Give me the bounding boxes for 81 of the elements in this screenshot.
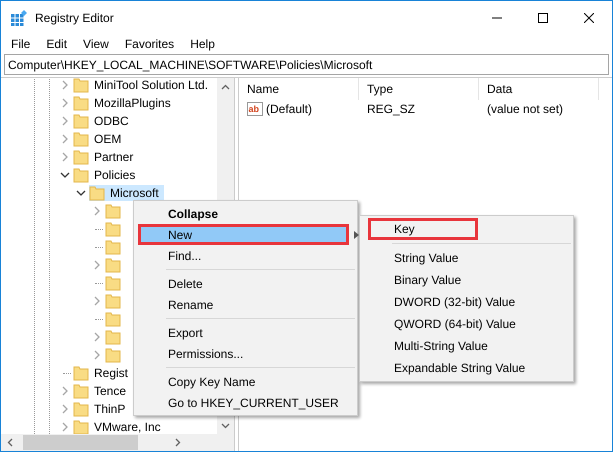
string-value-icon: ab	[247, 102, 263, 116]
scroll-thumb[interactable]	[23, 435, 138, 450]
menu-item[interactable]: Export	[134, 322, 357, 343]
menu-bar-item[interactable]: Favorites	[116, 34, 182, 54]
chevron-right-icon[interactable]	[60, 152, 70, 162]
chevron-right-icon[interactable]	[60, 98, 70, 108]
menu-item[interactable]: String Value	[360, 247, 573, 269]
chevron-right-icon[interactable]	[92, 260, 102, 270]
chevron-right-icon[interactable]	[60, 80, 70, 90]
folder-icon	[73, 78, 89, 93]
tree-item[interactable]: Tence	[92, 384, 128, 398]
folder-icon	[105, 329, 121, 345]
value-name: (Default)	[266, 102, 312, 116]
folder-icon	[105, 239, 121, 255]
tree-item[interactable]: ThinP	[92, 402, 128, 416]
tree-item[interactable]: OEM	[92, 132, 124, 146]
menu-bar-item[interactable]: Help	[182, 34, 223, 54]
window-title: Registry Editor	[35, 10, 115, 24]
scroll-up-icon[interactable]	[221, 84, 230, 90]
menu-item[interactable]: Find...	[134, 245, 357, 266]
folder-icon	[73, 131, 89, 147]
folder-icon	[105, 221, 121, 237]
folder-icon	[73, 149, 89, 165]
column-header[interactable]: Type	[359, 78, 479, 100]
menu-item[interactable]: DWORD (32-bit) Value	[360, 291, 573, 313]
menu-bar-item[interactable]: View	[75, 34, 117, 54]
chevron-right-icon[interactable]	[92, 350, 102, 360]
tree-item[interactable]: Regist	[92, 366, 130, 380]
chevron-down-icon[interactable]	[60, 170, 70, 180]
folder-icon	[73, 401, 89, 417]
chevron-right-icon[interactable]	[92, 296, 102, 306]
tree-item[interactable]: VMware, Inc	[92, 420, 163, 434]
menu-item[interactable]: Key	[368, 218, 478, 240]
menu-item[interactable]: Permissions...	[134, 343, 357, 364]
folder-icon	[105, 347, 121, 363]
close-icon	[584, 12, 594, 22]
scroll-down-icon[interactable]	[221, 422, 230, 428]
folder-icon	[73, 383, 89, 399]
menu-bar-item[interactable]: Edit	[38, 34, 76, 54]
chevron-right-icon[interactable]	[60, 116, 70, 126]
menu-bar-item[interactable]: File	[3, 34, 38, 54]
column-header[interactable]: Name	[239, 78, 359, 100]
menu-item[interactable]: Rename	[134, 294, 357, 315]
menu-item[interactable]: Go to HKEY_CURRENT_USER	[134, 392, 357, 413]
chevron-right-icon[interactable]	[60, 422, 70, 432]
tree-item[interactable]: Policies	[92, 168, 138, 182]
maximize-icon	[538, 12, 548, 22]
folder-icon	[105, 293, 121, 309]
menu-item[interactable]: Multi-String Value	[360, 335, 573, 357]
menu-item[interactable]: QWORD (64-bit) Value	[360, 313, 573, 335]
folder-icon	[73, 365, 89, 381]
menu-item[interactable]: Copy Key Name	[134, 371, 357, 392]
folder-icon	[73, 95, 89, 111]
tree-item[interactable]: MozillaPlugins	[92, 96, 173, 110]
tree-item[interactable]: ODBC	[92, 114, 131, 128]
folder-icon	[105, 311, 121, 327]
tree-item[interactable]: Partner	[92, 150, 136, 164]
menu-item[interactable]: Binary Value	[360, 269, 573, 291]
folder-icon	[105, 203, 121, 219]
scroll-right-icon[interactable]	[174, 438, 180, 447]
menu-item[interactable]: Expandable String Value	[360, 357, 573, 379]
folder-icon	[105, 257, 121, 273]
tree-item[interactable]: MiniTool Solution Ltd.	[92, 78, 210, 92]
chevron-right-icon[interactable]	[92, 206, 102, 216]
chevron-right-icon[interactable]	[60, 386, 70, 396]
scroll-left-icon[interactable]	[6, 438, 12, 447]
column-header[interactable]: Data	[479, 78, 599, 100]
folder-icon	[105, 275, 121, 291]
value-type: REG_SZ	[367, 102, 416, 116]
app-icon	[11, 10, 27, 26]
chevron-right-icon[interactable]	[60, 134, 70, 144]
folder-icon	[73, 113, 89, 129]
menu-item[interactable]: Delete	[134, 273, 357, 294]
chevron-down-icon[interactable]	[76, 188, 86, 198]
menu-item[interactable]: Collapse	[134, 203, 357, 224]
address-field[interactable]: Computer\HKEY_LOCAL_MACHINE\SOFTWARE\Policies\Microsoft	[4, 54, 609, 75]
folder-icon	[73, 167, 89, 183]
value-data: (value not set)	[487, 102, 564, 116]
chevron-right-icon[interactable]	[60, 404, 70, 414]
chevron-right-icon[interactable]	[92, 332, 102, 342]
folder-icon	[89, 185, 105, 201]
